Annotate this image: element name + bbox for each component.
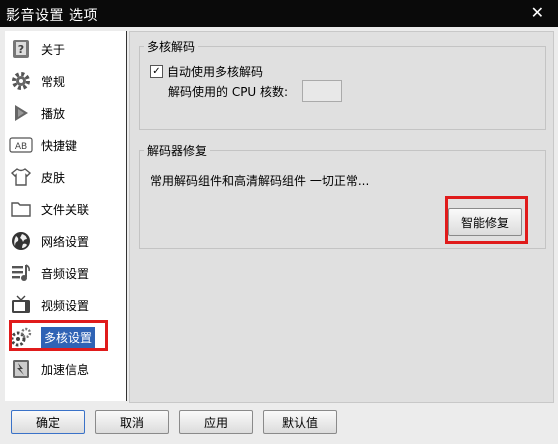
- sidebar-item-file-assoc[interactable]: 文件关联: [9, 195, 123, 223]
- sidebar-item-general[interactable]: 常规: [9, 67, 123, 95]
- auto-multicore-checkbox[interactable]: ✓: [150, 65, 163, 78]
- sidebar-item-label: 快捷键: [41, 138, 78, 153]
- cpu-cores-input[interactable]: [302, 80, 343, 102]
- close-icon[interactable]: ✕: [531, 3, 544, 22]
- sidebar-item-label: 网络设置: [41, 234, 90, 249]
- decoder-status-label: 常用解码组件和高清解码组件 一切正常...: [150, 174, 370, 188]
- sidebar-item-label: 常规: [41, 74, 66, 89]
- auto-multicore-label: 自动使用多核解码: [167, 65, 264, 79]
- multicore-group-title: 多核解码: [144, 38, 199, 55]
- sidebar-item-acceleration[interactable]: 加速信息: [9, 355, 123, 383]
- audio-icon: [9, 261, 33, 285]
- svg-text:?: ?: [18, 43, 24, 56]
- folder-icon: [9, 197, 33, 221]
- client-area: ? 关于 常规 播放 AB 快捷键 皮肤 文件关联 网络设置 音频设置 视频设置…: [1, 27, 557, 443]
- auto-multicore-row[interactable]: ✓ 自动使用多核解码: [150, 63, 263, 80]
- settings-window: 影音设置 选项 ✕ ? 关于 常规 播放 AB 快捷键 皮肤 文件关联 网络设置…: [0, 0, 558, 444]
- keyboard-icon: AB: [9, 133, 33, 157]
- sidebar-item-label: 视频设置: [41, 298, 90, 313]
- cancel-button[interactable]: 取消: [95, 410, 169, 434]
- sidebar-item-network[interactable]: 网络设置: [9, 227, 123, 255]
- svg-text:AB: AB: [15, 142, 27, 152]
- sidebar-item-label: 皮肤: [41, 170, 66, 185]
- repair-highlight-frame: [445, 196, 528, 244]
- sidebar-item-label: 文件关联: [41, 202, 90, 217]
- cpu-cores-label: 解码使用的 CPU 核数:: [168, 84, 289, 99]
- decoder-repair-group-title: 解码器修复: [144, 142, 211, 159]
- sidebar-item-playback[interactable]: 播放: [9, 99, 123, 127]
- play-icon: [9, 101, 33, 125]
- gear-icon: [9, 69, 33, 93]
- bottom-bar: 确定 取消 应用 默认值: [1, 403, 557, 443]
- sidebar-item-label: 加速信息: [41, 362, 90, 377]
- default-button[interactable]: 默认值: [263, 410, 337, 434]
- title-bar[interactable]: 影音设置 选项 ✕: [0, 0, 558, 27]
- shirt-icon: [9, 165, 33, 189]
- info-icon: ?: [9, 37, 33, 61]
- sidebar-highlight-frame: [9, 320, 108, 351]
- sidebar-item-label: 音频设置: [41, 266, 90, 281]
- speed-icon: [9, 357, 33, 381]
- sidebar-item-video[interactable]: 视频设置: [9, 291, 123, 319]
- globe-icon: [9, 229, 33, 253]
- sidebar-item-audio[interactable]: 音频设置: [9, 259, 123, 287]
- sidebar-item-skin[interactable]: 皮肤: [9, 163, 123, 191]
- ok-button[interactable]: 确定: [11, 410, 85, 434]
- sidebar-item-label: 关于: [41, 42, 66, 57]
- decoder-status-text: 常用解码组件和高清解码组件 一切正常...: [150, 172, 369, 189]
- sidebar-item-label: 播放: [41, 106, 66, 121]
- window-title: 影音设置 选项: [6, 8, 98, 24]
- tv-icon: [9, 293, 33, 317]
- sidebar-item-about[interactable]: ? 关于: [9, 35, 123, 63]
- cpu-cores-row: 解码使用的 CPU 核数:: [168, 80, 343, 102]
- sidebar-item-hotkeys[interactable]: AB 快捷键: [9, 131, 123, 159]
- apply-button[interactable]: 应用: [179, 410, 253, 434]
